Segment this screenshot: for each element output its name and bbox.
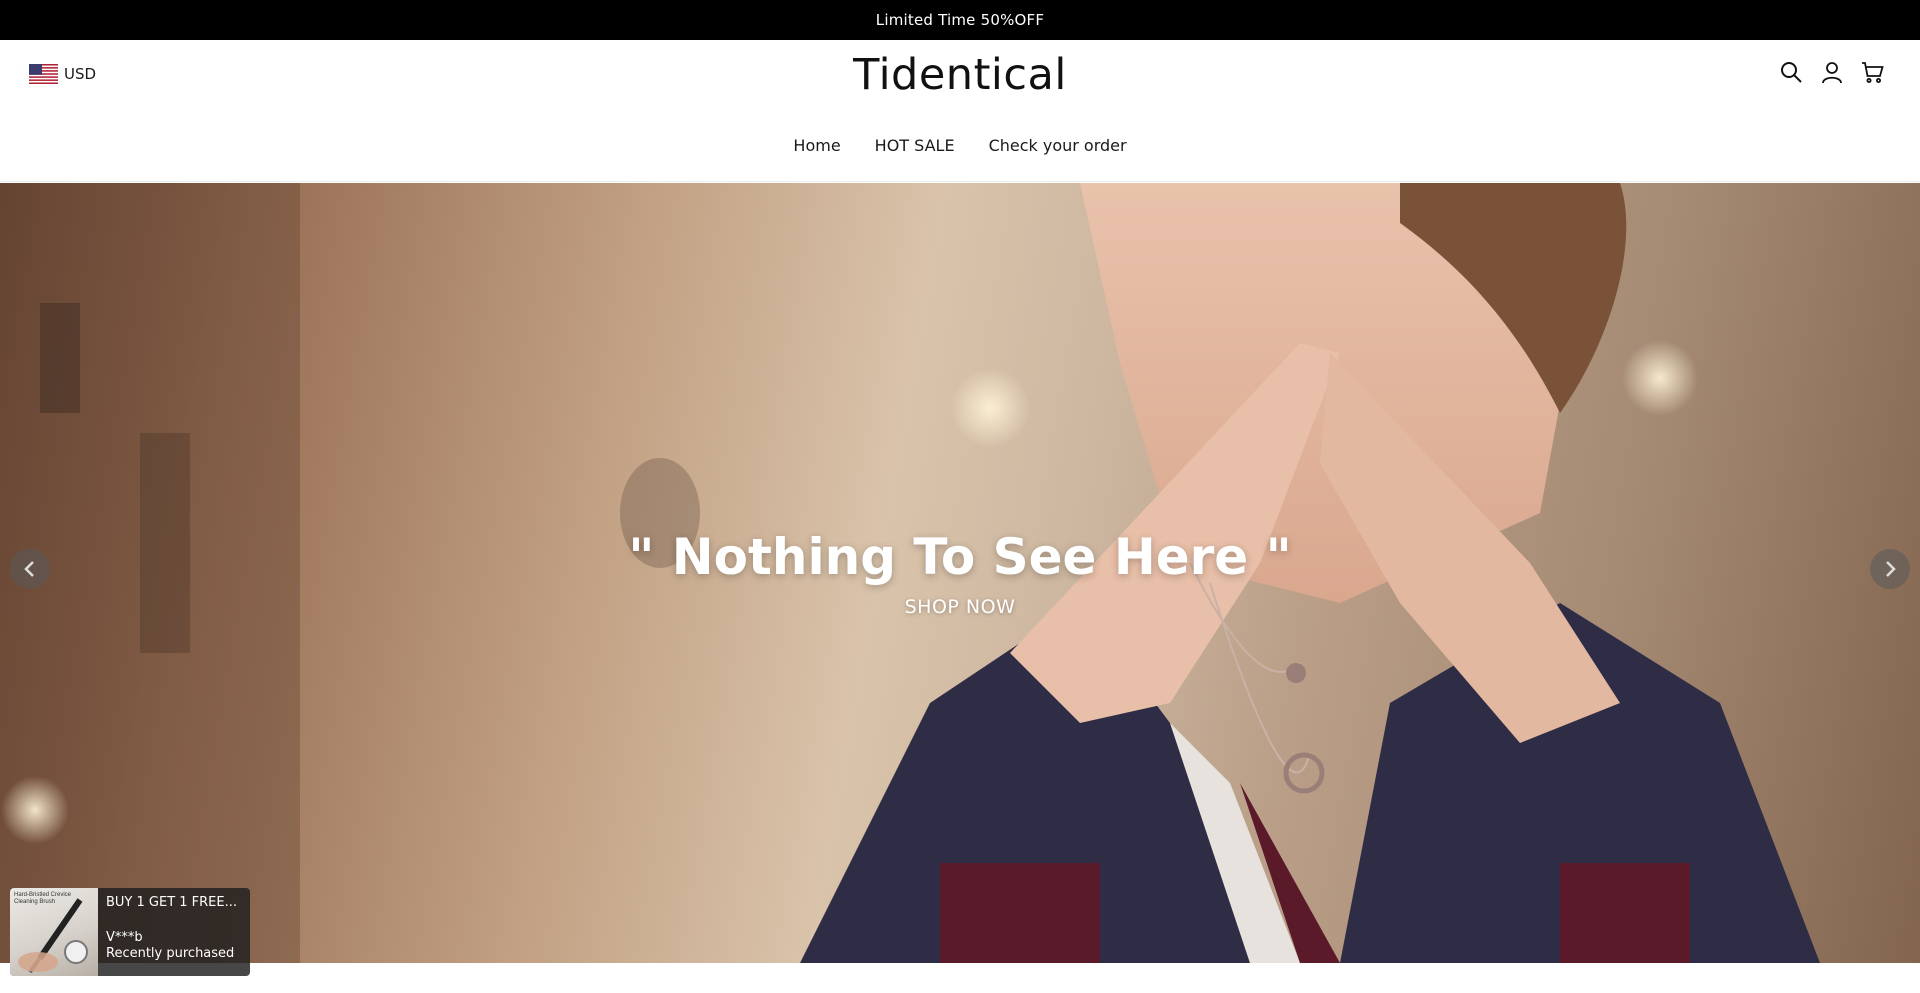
slider-next-button[interactable] (1870, 549, 1910, 589)
chevron-left-icon (24, 561, 34, 577)
popup-customer: V***b (106, 930, 143, 945)
site-header: USD Tidentical Home HOT SALE Check your … (0, 40, 1920, 182)
popup-text: BUY 1 GET 1 FREE... V***b Recently purch… (98, 888, 250, 976)
recent-purchase-popup[interactable]: Hard-Bristled Crevice Cleaning Brush BUY… (10, 888, 250, 976)
user-icon[interactable] (1820, 60, 1844, 84)
nav-item-check-order[interactable]: Check your order (989, 136, 1127, 155)
hero-banner: " Nothing To See Here " SHOP NOW (0, 183, 1920, 963)
shop-now-label: SHOP NOW (904, 596, 1016, 618)
nav-item-hot-sale[interactable]: HOT SALE (875, 136, 955, 155)
popup-product-title: BUY 1 GET 1 FREE... (106, 895, 238, 910)
brush-image (18, 898, 88, 974)
announcement-text: Limited Time 50%OFF (875, 11, 1045, 29)
brand-logo[interactable]: Tidentical (0, 50, 1920, 100)
slider-prev-button[interactable] (10, 549, 50, 589)
search-icon[interactable] (1779, 60, 1803, 84)
main-nav: Home HOT SALE Check your order (0, 136, 1920, 155)
shop-now-link[interactable]: SHOP NOW (0, 596, 1920, 618)
chevron-right-icon (1886, 561, 1896, 577)
product-thumbnail: Hard-Bristled Crevice Cleaning Brush (10, 888, 98, 976)
header-icons (1779, 60, 1885, 84)
hero-title: " Nothing To See Here " (628, 528, 1292, 586)
announcement-bar: Limited Time 50%OFF (0, 0, 1920, 40)
cart-icon[interactable] (1861, 60, 1885, 84)
nav-item-home[interactable]: Home (793, 136, 840, 155)
popup-status: Recently purchased (106, 946, 235, 961)
